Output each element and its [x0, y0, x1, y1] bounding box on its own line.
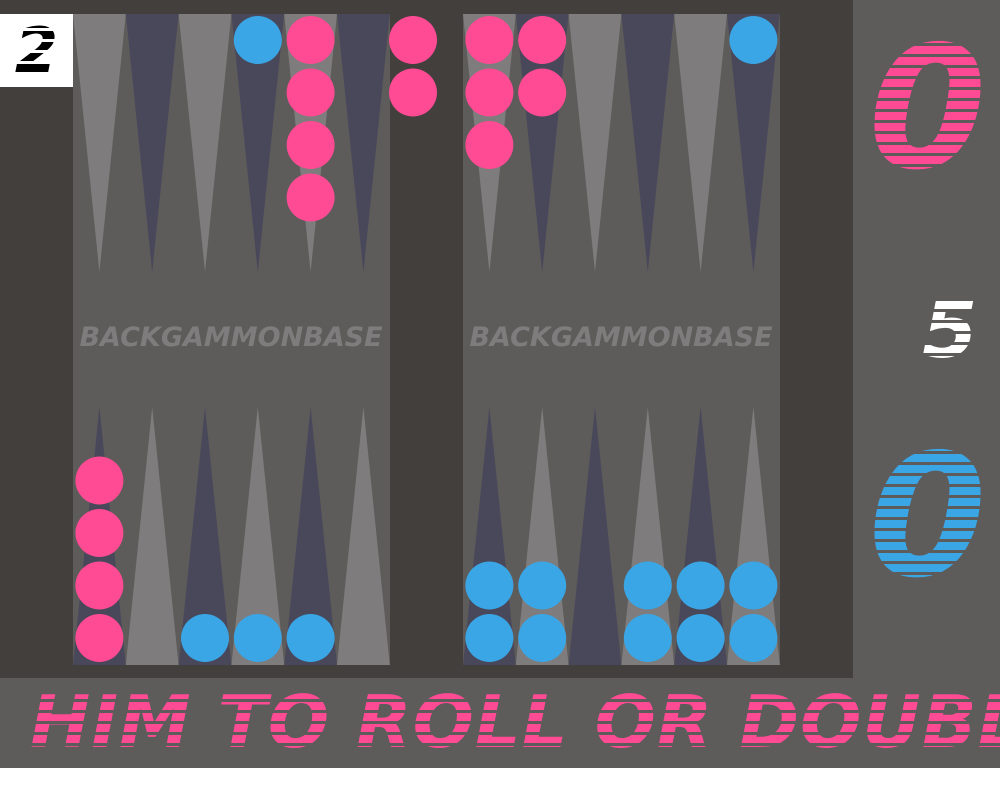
checker-blue[interactable] — [181, 614, 229, 662]
checker-pink[interactable] — [286, 16, 335, 64]
checker-pink[interactable] — [389, 16, 437, 64]
checker-blue[interactable] — [518, 614, 567, 662]
cube-value: 2 — [14, 13, 59, 87]
match-length: 5 — [900, 290, 1000, 370]
checker-pink[interactable] — [286, 121, 335, 169]
checker-blue[interactable] — [465, 614, 514, 662]
checker-blue[interactable] — [623, 614, 672, 662]
checker-blue[interactable] — [729, 561, 778, 610]
checker-blue[interactable] — [518, 561, 567, 610]
checker-pink[interactable] — [286, 173, 335, 222]
checker-pink[interactable] — [518, 68, 567, 117]
checker-pink[interactable] — [389, 68, 437, 117]
checker-pink[interactable] — [75, 509, 124, 557]
checker-pink[interactable] — [465, 68, 514, 117]
status-message: HIM TO ROLL OR DOUBLE. — [30, 680, 1000, 764]
match-length-value: 5 — [900, 290, 1000, 370]
status-bar: HIM TO ROLL OR DOUBLE. — [0, 678, 1000, 768]
score-bottom-value: 0 — [855, 448, 1000, 602]
backgammon-game: BACKGAMMONBASE BACKGAMMONBASE 2 0 5 0 HI… — [0, 0, 1000, 768]
board-frame: BACKGAMMONBASE BACKGAMMONBASE — [0, 0, 853, 678]
checker-pink[interactable] — [75, 614, 124, 662]
checker-blue[interactable] — [729, 614, 778, 662]
watermark-right: BACKGAMMONBASE — [469, 322, 773, 353]
score-top: 0 — [855, 40, 1000, 200]
doubling-cube[interactable]: 2 — [0, 14, 73, 87]
checker-pink[interactable] — [518, 16, 567, 64]
checker-blue[interactable] — [465, 561, 514, 610]
score-top-value: 0 — [855, 40, 1000, 194]
checker-pink[interactable] — [286, 68, 335, 117]
checker-blue[interactable] — [286, 614, 335, 662]
checker-blue[interactable] — [233, 16, 282, 64]
checker-pink[interactable] — [465, 16, 514, 64]
checker-pink[interactable] — [75, 561, 124, 610]
checker-pink[interactable] — [75, 456, 124, 505]
score-bottom: 0 — [855, 448, 1000, 608]
checker-pink[interactable] — [465, 121, 514, 169]
checker-blue[interactable] — [676, 561, 725, 610]
checker-blue[interactable] — [233, 614, 282, 662]
board[interactable]: BACKGAMMONBASE BACKGAMMONBASE — [0, 0, 853, 678]
checker-blue[interactable] — [676, 614, 725, 662]
checker-blue[interactable] — [729, 16, 778, 64]
checker-blue[interactable] — [623, 561, 672, 610]
watermark-left: BACKGAMMONBASE — [79, 322, 383, 353]
